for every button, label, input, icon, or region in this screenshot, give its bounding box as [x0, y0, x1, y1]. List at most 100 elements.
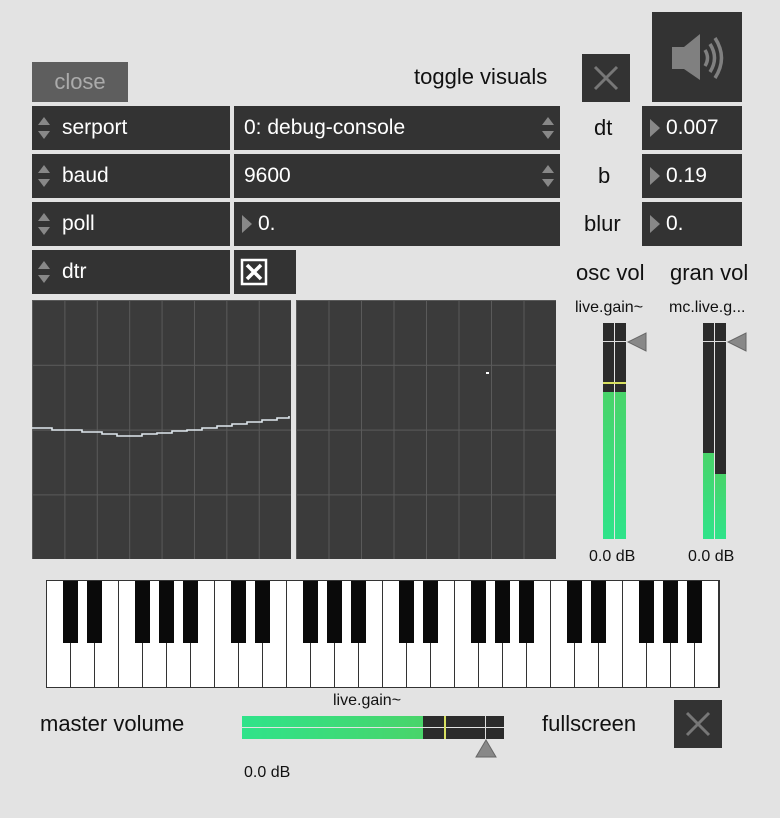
master-gain-line — [485, 716, 486, 739]
up-down-arrows-icon — [38, 164, 50, 188]
piano-black-key[interactable] — [423, 581, 438, 643]
osc-peak-line — [603, 382, 626, 384]
number-triangle-icon — [650, 119, 660, 137]
close-button-label: close — [54, 69, 106, 94]
scope-dot — [486, 372, 489, 374]
master-meter-top-fill — [242, 716, 423, 727]
baud-menu[interactable]: baud — [32, 154, 230, 198]
gran-vol-label: gran vol — [670, 260, 749, 285]
scope-display-left — [32, 300, 291, 559]
piano-black-key[interactable] — [351, 581, 366, 643]
close-button[interactable]: close — [32, 62, 128, 102]
piano-black-key[interactable] — [135, 581, 150, 643]
piano-black-key[interactable] — [495, 581, 510, 643]
serport-menu[interactable]: serport — [32, 106, 230, 150]
osc-object-label: live.gain~ — [575, 299, 644, 316]
dtr-toggle[interactable] — [234, 250, 296, 294]
osc-gain-line — [603, 341, 626, 342]
number-triangle-icon — [650, 167, 660, 185]
gran-db-readout: 0.0 dB — [688, 548, 735, 565]
blur-label: blur — [584, 211, 621, 236]
master-gain-slider[interactable] — [242, 716, 504, 758]
serport-value: 0: debug-console — [244, 116, 406, 139]
blur-value: 0. — [666, 212, 684, 235]
toggle-visuals-label: toggle visuals — [414, 64, 548, 89]
piano-black-key[interactable] — [327, 581, 342, 643]
gran-meter-right-fill — [715, 474, 726, 539]
piano-black-key[interactable] — [567, 581, 582, 643]
baud-label: baud — [62, 164, 109, 187]
audio-toggle-button[interactable] — [652, 12, 742, 102]
dt-label: dt — [594, 115, 613, 140]
poll-menu[interactable]: poll — [32, 202, 230, 246]
osc-meter-left-fill — [603, 392, 614, 539]
piano-black-key[interactable] — [663, 581, 678, 643]
gran-object-label: mc.live.g... — [669, 299, 746, 316]
piano-black-key[interactable] — [255, 581, 270, 643]
piano-keys[interactable] — [47, 581, 719, 687]
up-down-arrows-icon — [542, 164, 554, 188]
piano-black-key[interactable] — [87, 581, 102, 643]
piano-black-key[interactable] — [63, 581, 78, 643]
up-down-arrows-icon — [38, 260, 50, 284]
osc-meter-left — [603, 323, 614, 539]
toggle-visuals-button[interactable] — [582, 54, 630, 102]
dtr-menu[interactable]: dtr — [32, 250, 230, 294]
serport-select[interactable]: 0: debug-console — [234, 106, 560, 150]
master-object-label: live.gain~ — [333, 692, 402, 709]
fullscreen-label: fullscreen — [542, 711, 637, 736]
baud-select[interactable]: 9600 — [234, 154, 560, 198]
osc-meter-right-fill — [615, 392, 626, 539]
dt-number-box[interactable]: 0.007 — [642, 106, 742, 150]
osc-db-readout: 0.0 dB — [589, 548, 636, 565]
master-meter-bottom — [242, 728, 504, 739]
osc-meter-right — [615, 323, 626, 539]
b-number-box[interactable]: 0.19 — [642, 154, 742, 198]
gain-handle-icon[interactable] — [626, 332, 648, 352]
piano-black-key[interactable] — [639, 581, 654, 643]
fullscreen-toggle[interactable] — [674, 700, 722, 748]
number-triangle-icon — [242, 215, 252, 233]
gran-meter-left-fill — [703, 452, 714, 539]
blur-number-box[interactable]: 0. — [642, 202, 742, 246]
up-down-arrows-icon — [38, 212, 50, 236]
gran-gain-slider[interactable] — [703, 323, 749, 539]
checkbox-checked-icon — [240, 258, 268, 286]
piano-black-key[interactable] — [399, 581, 414, 643]
master-meter-bottom-fill — [242, 728, 423, 739]
piano-keyboard[interactable] — [46, 580, 720, 688]
scope-trace — [32, 416, 290, 437]
piano-black-key[interactable] — [591, 581, 606, 643]
osc-vol-label: osc vol — [576, 260, 645, 285]
piano-black-key[interactable] — [231, 581, 246, 643]
up-down-arrows-icon — [38, 116, 50, 140]
poll-label: poll — [62, 212, 95, 235]
piano-black-key[interactable] — [303, 581, 318, 643]
piano-black-key[interactable] — [183, 581, 198, 643]
piano-black-key[interactable] — [687, 581, 702, 643]
gain-handle-icon[interactable] — [475, 738, 497, 758]
number-triangle-icon — [650, 215, 660, 233]
piano-black-key[interactable] — [471, 581, 486, 643]
poll-value: 0. — [258, 212, 276, 235]
gran-gain-line — [703, 341, 726, 342]
gran-meter-left — [703, 323, 714, 539]
osc-gain-slider[interactable] — [603, 323, 649, 539]
gran-meter-right — [715, 323, 726, 539]
scope-display-right — [296, 300, 556, 559]
up-down-arrows-icon — [542, 116, 554, 140]
b-label: b — [598, 163, 611, 188]
dtr-label: dtr — [62, 260, 87, 283]
master-volume-label: master volume — [40, 711, 185, 736]
gain-handle-icon[interactable] — [726, 332, 748, 352]
master-peak-line — [444, 716, 446, 739]
close-x-icon — [593, 65, 619, 91]
baud-value: 9600 — [244, 164, 291, 187]
dt-value: 0.007 — [666, 116, 719, 139]
close-x-icon — [685, 711, 711, 737]
poll-number-box[interactable]: 0. — [234, 202, 560, 246]
piano-black-key[interactable] — [519, 581, 534, 643]
b-value: 0.19 — [666, 164, 707, 187]
piano-black-key[interactable] — [159, 581, 174, 643]
master-db-readout: 0.0 dB — [244, 764, 291, 781]
